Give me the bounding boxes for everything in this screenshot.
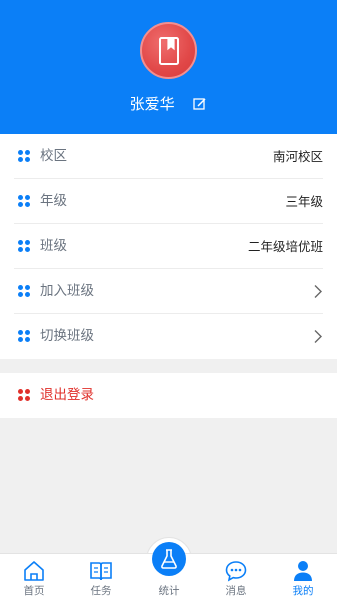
book-icon bbox=[90, 562, 112, 581]
tab-messages[interactable]: 消息 bbox=[211, 554, 261, 600]
grid-dots-icon bbox=[18, 150, 30, 162]
campus-label: 校区 bbox=[40, 148, 67, 164]
chat-icon bbox=[225, 561, 247, 582]
tab-messages-label: 消息 bbox=[225, 585, 247, 597]
campus-row: 校区 南河校区 bbox=[0, 134, 337, 179]
info-list: 校区 南河校区 年级 三年级 班级 二年级培优班 加入班级 切换班级 bbox=[0, 134, 337, 359]
tab-tasks-label: 任务 bbox=[90, 585, 112, 597]
profile-header: 张爱华 bbox=[0, 0, 337, 134]
tab-mine-label: 我的 bbox=[292, 585, 314, 597]
tab-tasks[interactable]: 任务 bbox=[76, 554, 126, 600]
tab-home-label: 首页 bbox=[23, 585, 45, 597]
grade-value: 三年级 bbox=[285, 194, 323, 209]
class-row: 班级 二年级培优班 bbox=[0, 224, 337, 269]
class-label: 班级 bbox=[40, 238, 67, 254]
join-class-row[interactable]: 加入班级 bbox=[0, 269, 337, 314]
class-value: 二年级培优班 bbox=[247, 239, 323, 254]
grid-dots-icon bbox=[18, 285, 30, 297]
grid-dots-icon bbox=[18, 330, 30, 342]
avatar[interactable] bbox=[140, 22, 197, 79]
campus-value: 南河校区 bbox=[272, 149, 323, 164]
logout-row[interactable]: 退出登录 bbox=[0, 373, 337, 418]
grade-row: 年级 三年级 bbox=[0, 179, 337, 224]
bookmark-book-icon bbox=[159, 37, 179, 65]
tab-stats[interactable] bbox=[152, 542, 186, 576]
username-row: 张爱华 bbox=[0, 93, 337, 114]
chevron-right-icon bbox=[314, 330, 322, 343]
grid-dots-icon bbox=[18, 195, 30, 207]
edit-icon[interactable] bbox=[193, 97, 207, 111]
grade-label: 年级 bbox=[40, 193, 67, 209]
tab-stats-label: 统计 bbox=[158, 585, 180, 597]
tab-mine[interactable]: 我的 bbox=[278, 554, 328, 600]
logout-label: 退出登录 bbox=[40, 387, 94, 403]
switch-class-row[interactable]: 切换班级 bbox=[0, 314, 337, 359]
person-icon bbox=[294, 561, 312, 581]
switch-class-label: 切换班级 bbox=[40, 328, 94, 344]
chevron-right-icon bbox=[314, 285, 322, 298]
flask-icon bbox=[161, 549, 177, 569]
tab-home[interactable]: 首页 bbox=[9, 554, 59, 600]
join-class-label: 加入班级 bbox=[40, 283, 94, 299]
home-icon bbox=[24, 561, 44, 581]
grid-dots-icon bbox=[18, 240, 30, 252]
grid-dots-icon bbox=[18, 389, 30, 401]
user-name: 张爱华 bbox=[129, 95, 175, 113]
